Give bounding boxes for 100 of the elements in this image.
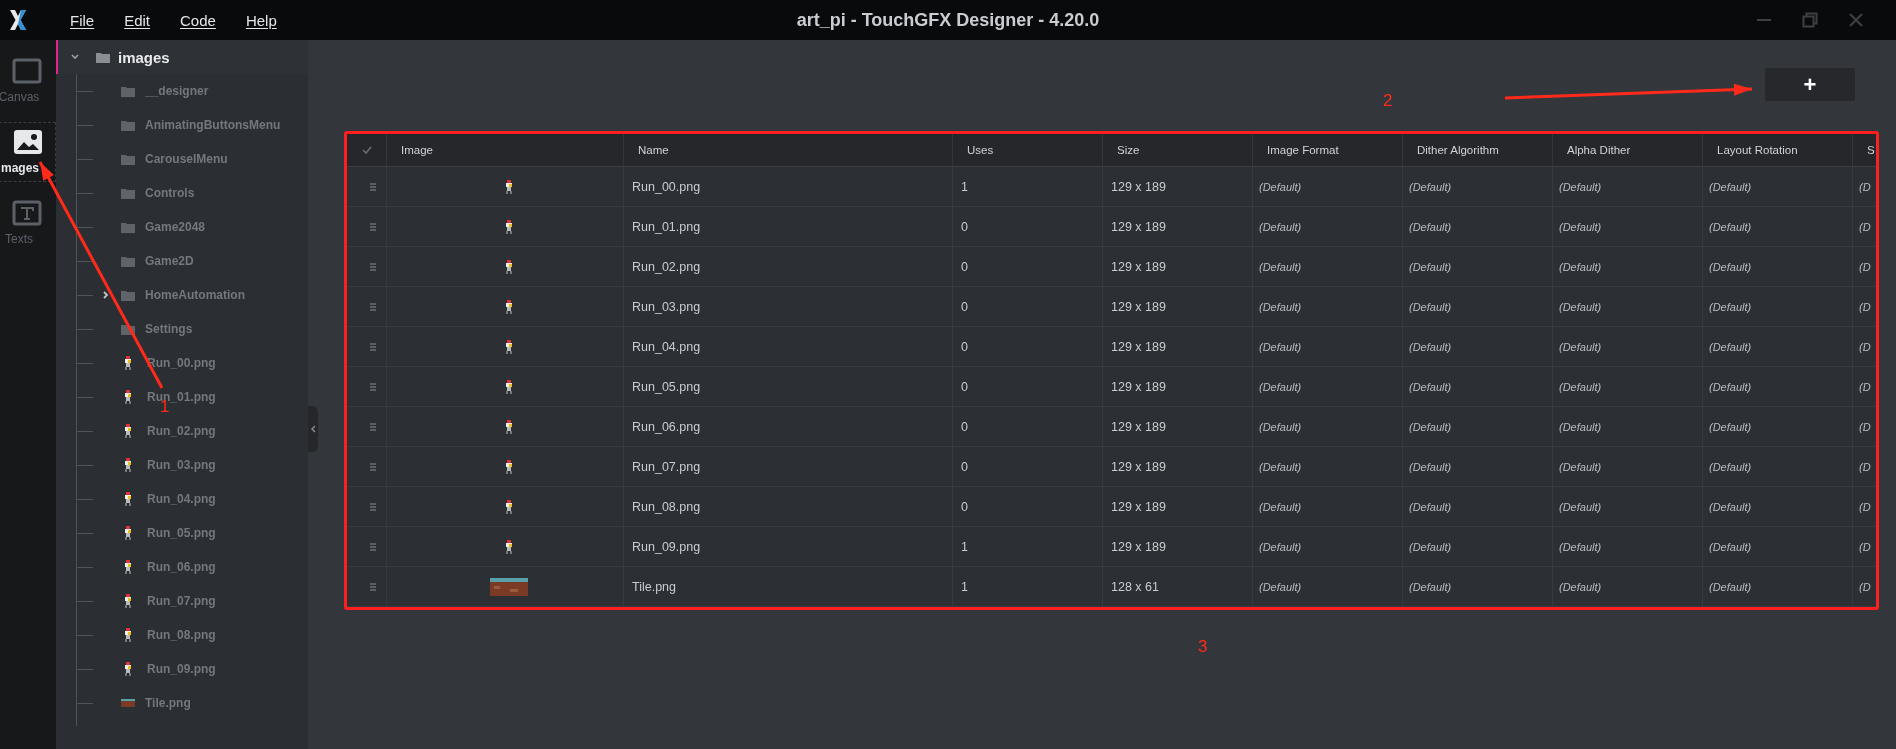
character-icon bbox=[123, 560, 133, 574]
table-cell: (Default) bbox=[1403, 247, 1553, 287]
table-cell: (D bbox=[1853, 567, 1876, 607]
drag-handle-icon[interactable] bbox=[369, 342, 376, 351]
tree-item[interactable]: Run_06.png bbox=[147, 560, 216, 574]
table-cell: 129 x 189 bbox=[1103, 527, 1253, 567]
table-cell: (D bbox=[1853, 247, 1876, 287]
close-icon[interactable] bbox=[1848, 12, 1864, 28]
column-header[interactable]: Uses bbox=[953, 134, 1103, 167]
menu-item[interactable]: Edit bbox=[124, 11, 151, 29]
character-icon bbox=[504, 458, 514, 475]
table-cell: (Default) bbox=[1553, 207, 1703, 247]
character-icon bbox=[504, 378, 514, 395]
tree-item[interactable]: Run_02.png bbox=[147, 424, 216, 438]
tree-item[interactable]: Run_07.png bbox=[147, 594, 216, 608]
table-cell: Run_07.png bbox=[624, 447, 953, 487]
tree-item[interactable]: CarouselMenu bbox=[145, 152, 228, 166]
tree-item[interactable]: Run_04.png bbox=[147, 492, 216, 506]
tree-item[interactable]: __designer bbox=[145, 84, 209, 98]
table-cell: (D bbox=[1853, 447, 1876, 487]
table-cell: (Default) bbox=[1253, 447, 1403, 487]
column-header[interactable]: Alpha Dither bbox=[1553, 134, 1703, 167]
collapse-handle[interactable] bbox=[308, 406, 318, 452]
table-cell: (D bbox=[1853, 287, 1876, 327]
tree-item[interactable]: Game2048 bbox=[145, 220, 206, 234]
table-cell: (Default) bbox=[1553, 567, 1703, 607]
tree-item[interactable]: Run_05.png bbox=[147, 526, 216, 540]
table-cell: (Default) bbox=[1253, 367, 1403, 407]
select-all-checkbox[interactable] bbox=[347, 134, 387, 167]
drag-handle-icon[interactable] bbox=[369, 382, 376, 391]
table-cell: (Default) bbox=[1553, 167, 1703, 207]
table-cell: Run_02.png bbox=[624, 247, 953, 287]
column-header[interactable]: Name bbox=[624, 134, 953, 167]
chevron-right-icon[interactable] bbox=[101, 290, 111, 300]
chevron-down-icon[interactable] bbox=[70, 52, 80, 62]
table-cell: Tile.png bbox=[624, 567, 953, 607]
tree-item[interactable]: AnimatingButtonsMenu bbox=[145, 118, 281, 132]
character-icon bbox=[504, 538, 514, 555]
tree-item[interactable]: Controls bbox=[145, 186, 195, 200]
app-logo-icon bbox=[8, 9, 28, 31]
table-cell: (Default) bbox=[1253, 407, 1403, 447]
character-icon bbox=[504, 218, 514, 235]
tree-item[interactable]: Run_08.png bbox=[147, 628, 216, 642]
menu-item[interactable]: Help bbox=[245, 11, 277, 29]
drag-handle-icon[interactable] bbox=[369, 462, 376, 471]
drag-handle-icon[interactable] bbox=[369, 262, 376, 271]
table-cell: (Default) bbox=[1403, 207, 1553, 247]
menu-item[interactable]: Code bbox=[180, 11, 216, 29]
tree-item[interactable]: Tile.png bbox=[145, 696, 191, 710]
rail-tab[interactable]: Canvas bbox=[0, 52, 54, 110]
window-title: art_pi - TouchGFX Designer - 4.20.0 bbox=[796, 9, 1100, 31]
table-cell: 129 x 189 bbox=[1103, 247, 1253, 287]
table-cell: 0 bbox=[953, 207, 1103, 247]
table-cell: Run_06.png bbox=[624, 407, 953, 447]
folder-icon bbox=[96, 51, 110, 63]
table-cell: 0 bbox=[953, 367, 1103, 407]
table-cell: (Default) bbox=[1253, 167, 1403, 207]
table-cell: (Default) bbox=[1403, 167, 1553, 207]
check-icon bbox=[361, 146, 372, 154]
tree-item[interactable]: Game2D bbox=[145, 254, 194, 268]
column-header[interactable]: Dither Algorithm bbox=[1403, 134, 1553, 167]
column-header[interactable]: S bbox=[1853, 134, 1876, 167]
character-icon bbox=[123, 526, 133, 540]
drag-handle-icon[interactable] bbox=[369, 502, 376, 511]
character-icon bbox=[123, 594, 133, 608]
character-icon bbox=[504, 298, 514, 315]
menu-item[interactable]: File bbox=[70, 11, 95, 29]
tree-item[interactable]: HomeAutomation bbox=[145, 288, 245, 302]
tree-item[interactable]: Run_03.png bbox=[147, 458, 216, 472]
column-header[interactable]: Image Format bbox=[1253, 134, 1403, 167]
drag-handle-icon[interactable] bbox=[369, 582, 376, 591]
table-cell: (D bbox=[1853, 367, 1876, 407]
rail-tab[interactable]: Texts bbox=[0, 194, 54, 252]
column-header[interactable]: Size bbox=[1103, 134, 1253, 167]
folder-icon bbox=[121, 289, 135, 301]
table-cell: 0 bbox=[953, 247, 1103, 287]
column-header[interactable]: Layout Rotation bbox=[1703, 134, 1853, 167]
table-cell: (Default) bbox=[1253, 247, 1403, 287]
column-header[interactable]: Image bbox=[387, 134, 624, 167]
restore-icon[interactable] bbox=[1802, 12, 1818, 28]
table-cell: (Default) bbox=[1703, 407, 1853, 447]
table-cell: (D bbox=[1853, 207, 1876, 247]
table-cell: (D bbox=[1853, 167, 1876, 207]
table-cell: (Default) bbox=[1703, 247, 1853, 287]
table-cell: 129 x 189 bbox=[1103, 407, 1253, 447]
table-cell: (Default) bbox=[1703, 367, 1853, 407]
table-cell: (Default) bbox=[1553, 487, 1703, 527]
tree-item[interactable]: Run_09.png bbox=[147, 662, 216, 676]
drag-handle-icon[interactable] bbox=[369, 422, 376, 431]
drag-handle-icon[interactable] bbox=[369, 182, 376, 191]
character-icon bbox=[504, 338, 514, 355]
table-cell: 129 x 189 bbox=[1103, 287, 1253, 327]
table-cell: (Default) bbox=[1553, 447, 1703, 487]
table-cell: (Default) bbox=[1403, 287, 1553, 327]
drag-handle-icon[interactable] bbox=[369, 302, 376, 311]
tree-item[interactable]: Settings bbox=[145, 322, 193, 336]
folder-icon bbox=[121, 221, 135, 233]
drag-handle-icon[interactable] bbox=[369, 222, 376, 231]
drag-handle-icon[interactable] bbox=[369, 542, 376, 551]
add-button[interactable]: + bbox=[1765, 68, 1855, 101]
